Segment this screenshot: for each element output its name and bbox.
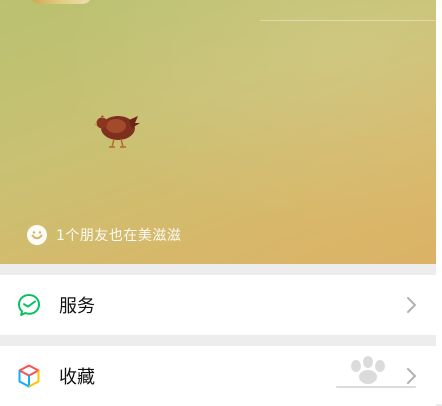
watermark-paw-icon <box>336 356 416 388</box>
menu-item-services[interactable]: 服务 <box>0 275 436 335</box>
menu-item-label: 服务 <box>59 296 95 317</box>
divider <box>260 20 436 21</box>
avatar[interactable] <box>30 0 92 4</box>
status-cover[interactable]: 1个朋友也在美滋滋 <box>0 0 436 264</box>
chevron-right-icon <box>407 297 416 313</box>
favorites-cube-icon <box>18 364 40 388</box>
screen-edge <box>436 0 442 404</box>
friend-note-text: 1个朋友也在美滋滋 <box>56 228 182 244</box>
friend-note[interactable]: 1个朋友也在美滋滋 <box>26 224 181 246</box>
menu-item-label: 收藏 <box>59 367 95 388</box>
services-icon <box>18 294 40 316</box>
smile-icon <box>27 225 47 245</box>
chicken-sticker-icon <box>94 115 140 148</box>
